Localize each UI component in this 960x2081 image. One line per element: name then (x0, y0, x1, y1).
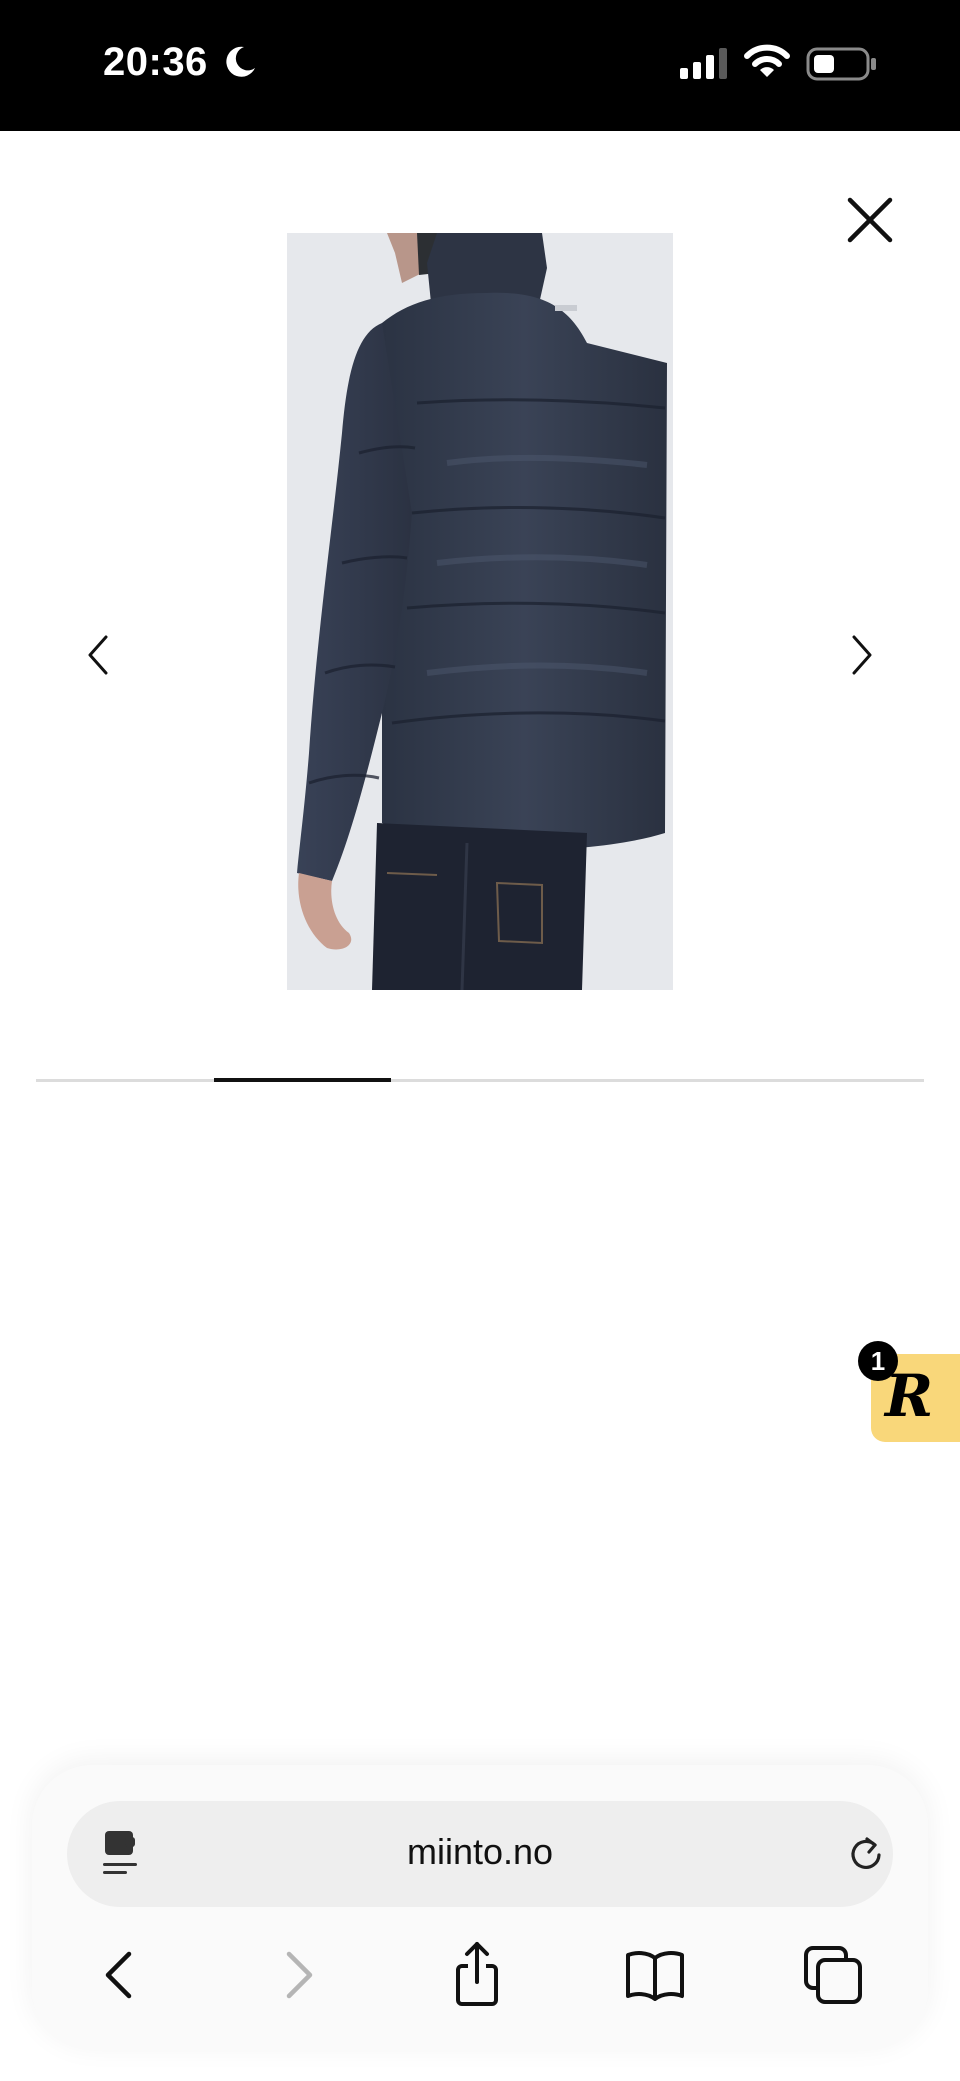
browser-toolbar: miinto.no (32, 1765, 928, 2049)
reload-icon[interactable] (845, 1833, 887, 1875)
image-progress-fill (213, 1078, 392, 1082)
url-text: miinto.no (406, 1831, 554, 1872)
forward-icon (286, 1951, 313, 1999)
status-time: 20:36 (103, 40, 208, 84)
battery-icon (806, 47, 876, 81)
chevron-left-icon[interactable] (78, 625, 118, 685)
share-icon[interactable] (442, 1940, 512, 2010)
wifi-icon (744, 44, 790, 77)
product-image[interactable] (287, 233, 673, 990)
cellular-signal-icon (680, 48, 727, 79)
image-progress-track (36, 1078, 924, 1082)
tabs-icon[interactable] (798, 1940, 868, 2010)
back-icon[interactable] (84, 1940, 154, 2010)
chevron-right-icon[interactable] (842, 625, 882, 685)
rewards-count-badge: 1 (858, 1341, 898, 1381)
moon-icon (226, 46, 255, 77)
status-bar: 20:36 (0, 0, 960, 131)
close-icon[interactable] (840, 190, 900, 250)
address-bar[interactable]: miinto.no (67, 1801, 893, 1907)
bookmarks-icon[interactable] (620, 1940, 690, 2010)
